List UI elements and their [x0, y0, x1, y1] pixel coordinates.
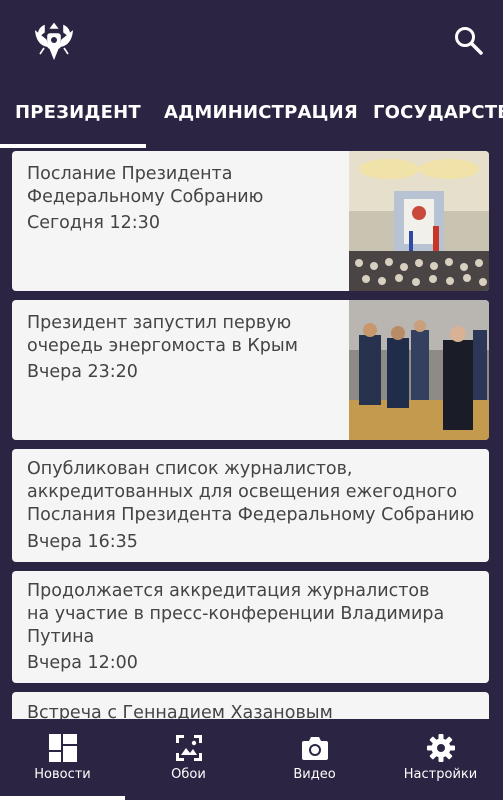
news-title: Опубликован список журналистов, аккредит…	[27, 459, 475, 525]
news-title: Президент запустил первую очередь энерго…	[27, 313, 298, 356]
news-card[interactable]: Послание Президента Федеральному Собрани…	[12, 151, 489, 291]
coat-of-arms-icon	[34, 22, 74, 61]
active-nav-indicator	[0, 796, 125, 800]
news-card[interactable]: Опубликован список журналистов, аккредит…	[12, 449, 489, 562]
nav-label: Видео	[293, 767, 336, 782]
news-feed[interactable]: Послание Президента Федеральному Собрани…	[0, 148, 503, 719]
news-title: Продолжается аккредитация журналистов на…	[27, 581, 445, 647]
news-time: Вчера 23:20	[27, 362, 138, 382]
app-bar	[0, 0, 503, 86]
news-title: Встреча с Геннадием Хазановым	[27, 703, 333, 719]
camera-icon	[302, 737, 328, 760]
category-tabs: ПРЕЗИДЕНТ АДМИНИСТРАЦИЯ ГОСУДАРСТВЕ	[0, 86, 503, 148]
news-time: Вчера 16:35	[27, 532, 138, 552]
nav-news[interactable]: Новости	[0, 719, 125, 800]
tab-president[interactable]: ПРЕЗИДЕНТ	[15, 102, 141, 123]
news-card[interactable]: Продолжается аккредитация журналистов на…	[12, 571, 489, 683]
news-time: Сегодня 12:30	[27, 213, 160, 233]
nav-settings[interactable]: Настройки	[378, 719, 503, 800]
tab-administration[interactable]: АДМИНИСТРАЦИЯ	[164, 102, 358, 123]
settings-gear-icon	[427, 734, 455, 762]
nav-video[interactable]: Видео	[252, 719, 377, 800]
nav-label: Новости	[34, 767, 91, 782]
bottom-navigation: Новости Обои Видео Настройки	[0, 719, 503, 800]
news-thumbnail	[349, 151, 489, 291]
news-title: Послание Президента Федеральному Собрани…	[27, 164, 264, 207]
news-card[interactable]: Встреча с Геннадием Хазановым	[12, 692, 489, 719]
nav-label: Настройки	[403, 767, 478, 782]
news-time: Вчера 12:00	[27, 653, 138, 673]
nav-label: Обои	[171, 767, 206, 782]
dashboard-icon	[49, 734, 77, 762]
nav-wallpapers[interactable]: Обои	[126, 719, 251, 800]
news-thumbnail	[349, 300, 489, 440]
tab-state[interactable]: ГОСУДАРСТВЕ	[373, 102, 503, 123]
search-icon[interactable]	[452, 24, 486, 58]
news-card[interactable]: Президент запустил первую очередь энерго…	[12, 300, 489, 440]
wallpaper-icon	[176, 735, 202, 761]
